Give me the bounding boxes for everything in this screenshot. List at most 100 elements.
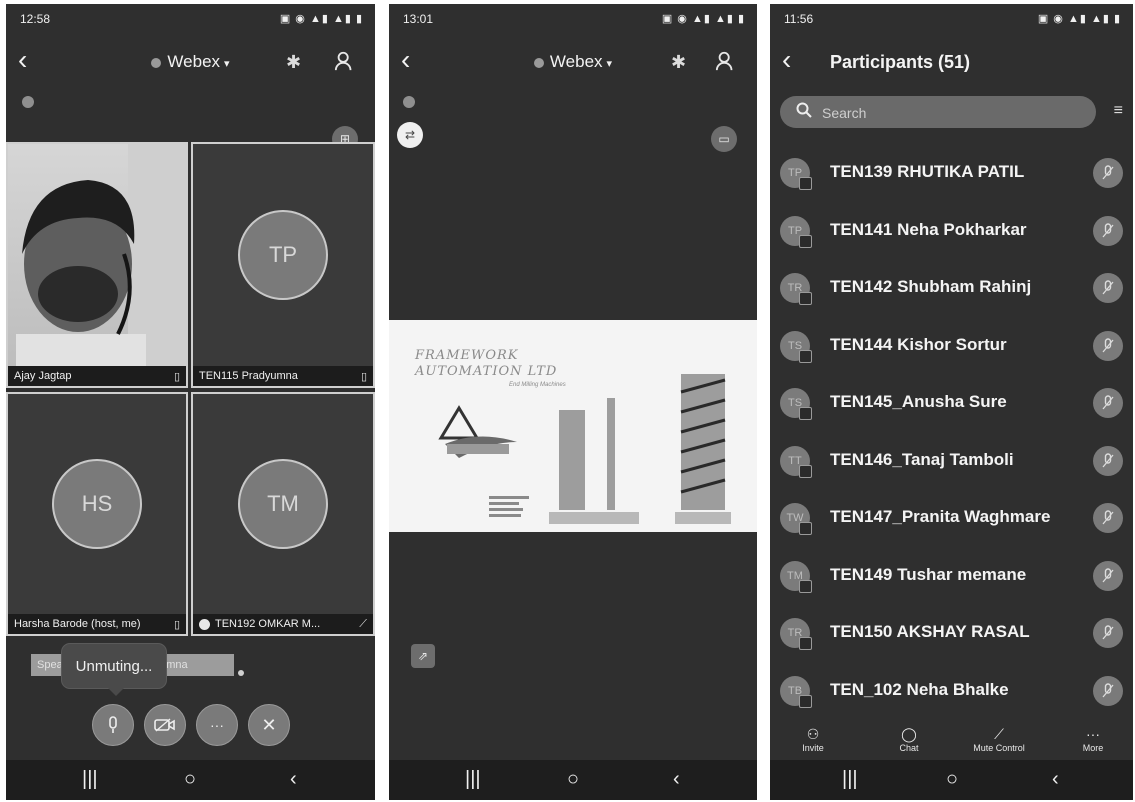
- participants-header: ‹ Participants (51): [770, 40, 1133, 84]
- mic-off-icon[interactable]: [1093, 215, 1123, 246]
- video-tile[interactable]: TP TEN115 Pradyumna ▯: [191, 142, 375, 388]
- more-icon: ···: [1086, 726, 1100, 742]
- meeting-title-text: Webex: [167, 52, 221, 71]
- meeting-title[interactable]: Webex ▾: [6, 52, 375, 72]
- home-icon[interactable]: ○: [946, 768, 958, 791]
- status-time: 12:58: [20, 12, 51, 26]
- bluetooth-icon[interactable]: ✱: [286, 52, 301, 73]
- avatar: TS: [780, 388, 812, 420]
- participant-row[interactable]: TB TEN_102 Neha Bhalke: [770, 666, 1133, 718]
- tab-mute-control[interactable]: ⟋ Mute Control: [964, 726, 1034, 753]
- search-input[interactable]: [820, 100, 1084, 126]
- end-call-button[interactable]: ✕: [248, 704, 290, 746]
- sort-list-icon[interactable]: ≡: [1114, 102, 1123, 120]
- mic-off-icon[interactable]: [1093, 445, 1123, 476]
- device-icon: [799, 579, 812, 593]
- participant-name: TEN150 AKSHAY RASAL: [830, 622, 1030, 641]
- unmuting-tooltip: Unmuting...: [62, 644, 166, 696]
- mic-icon: ▯: [173, 619, 180, 631]
- participant-row[interactable]: TP TEN139 RHUTIKA PATIL: [770, 148, 1133, 200]
- recent-apps-icon[interactable]: |||: [465, 768, 481, 791]
- mic-off-icon[interactable]: [1093, 618, 1123, 648]
- device-icon: [799, 407, 812, 420]
- participant-name: TEN141 Neha Pokharkar: [830, 219, 1027, 239]
- mic-button[interactable]: [92, 704, 134, 746]
- status-icons: ▣ ◉ ▲▮ ▲▮ ▮: [279, 13, 363, 25]
- participant-row[interactable]: TR TEN142 Shubham Rahinj: [770, 263, 1133, 315]
- video-tile[interactable]: TM TEN192 OMKAR M... ⟋: [191, 392, 375, 636]
- tile-name: TEN192 OMKAR M...: [193, 614, 373, 634]
- phone-screen-meeting-grid: 12:58 ▣ ◉ ▲▮ ▲▮ ▮ ‹ Webex ▾ ✱ ⊞ Ajay Jagt…: [6, 4, 375, 800]
- tab-chat[interactable]: ◯ Chat: [874, 726, 944, 753]
- participant-row[interactable]: TS TEN145_Anusha Sure: [770, 378, 1133, 430]
- webex-logo-icon: [151, 57, 162, 68]
- video-toggle-icon[interactable]: ▭: [711, 126, 737, 152]
- participant-row[interactable]: TW TEN147_Pranita Waghmare: [770, 493, 1133, 545]
- search-bar[interactable]: [780, 96, 1096, 128]
- mic-off-icon: ⟋: [994, 726, 1004, 742]
- status-icons: ▣ ◉ ▲▮ ▲▮ ▮: [1037, 13, 1121, 25]
- bottom-tab-bar: ⚇ Invite ◯ Chat ⟋ Mute Control ··· More: [770, 726, 1133, 760]
- participant-row[interactable]: TP TEN141 Neha Pokharkar: [770, 206, 1133, 258]
- status-icons: ▣ ◉ ▲▮ ▲▮ ▮: [661, 13, 745, 25]
- device-icon: [799, 464, 812, 478]
- recording-indicator: [403, 96, 415, 108]
- back-icon[interactable]: ‹: [782, 46, 791, 74]
- status-bar: 11:56 ▣ ◉ ▲▮ ▲▮ ▮: [770, 4, 1133, 34]
- tab-label: Mute Control: [973, 743, 1025, 753]
- tab-invite[interactable]: ⚇ Invite: [778, 726, 848, 753]
- participants-icon[interactable]: [715, 50, 737, 72]
- avatar: TP: [780, 215, 812, 248]
- participant-row[interactable]: TT TEN146_Tanaj Tamboli: [770, 436, 1133, 488]
- end-call-icon: ✕: [261, 714, 277, 735]
- back-nav-icon[interactable]: ‹: [1052, 768, 1059, 791]
- page-title: Participants (51): [830, 52, 971, 72]
- recording-indicator: [22, 96, 34, 108]
- recent-apps-icon[interactable]: |||: [82, 768, 98, 791]
- recent-apps-icon[interactable]: |||: [842, 768, 858, 791]
- video-tile[interactable]: HS Harsha Barode (host, me) ▯: [6, 392, 188, 636]
- share-icon[interactable]: ⇗: [411, 644, 435, 668]
- mic-off-icon[interactable]: [1093, 158, 1123, 188]
- meeting-header: ‹ Webex ▾ ✱: [389, 40, 757, 84]
- mic-off-icon[interactable]: [1093, 330, 1123, 361]
- mic-off-icon[interactable]: [1093, 675, 1123, 706]
- video-tile[interactable]: Ajay Jagtap ▯: [6, 142, 188, 388]
- chevron-down-icon: ▾: [224, 58, 230, 70]
- mic-off-icon[interactable]: [1093, 273, 1123, 303]
- phone-screen-content-share: 13:01 ▣ ◉ ▲▮ ▲▮ ▮ ‹ Webex ▾ ✱ ⇄ ▭ FRAMEWO…: [389, 4, 757, 800]
- search-icon: [796, 102, 812, 118]
- tile-name: Harsha Barode (host, me): [8, 614, 186, 634]
- tab-more[interactable]: ··· More: [1058, 726, 1128, 753]
- participants-icon[interactable]: [334, 50, 356, 72]
- bluetooth-icon[interactable]: ✱: [671, 52, 686, 73]
- shared-content: FRAMEWORK AUTOMATION LTD End Milling Mac…: [389, 320, 757, 532]
- home-icon[interactable]: ○: [567, 768, 579, 791]
- back-nav-icon[interactable]: ‹: [290, 768, 297, 791]
- device-icon: [799, 349, 812, 363]
- avatar: TR: [780, 273, 812, 305]
- back-nav-icon[interactable]: ‹: [673, 768, 680, 791]
- participant-row[interactable]: TM TEN149 Tushar memane: [770, 551, 1133, 603]
- avatar: TW: [780, 503, 812, 535]
- meeting-title-text: Webex: [549, 52, 603, 71]
- more-button[interactable]: ···: [196, 704, 238, 746]
- end-mill-tools-image: [438, 374, 731, 524]
- device-icon: [799, 694, 812, 708]
- phone-screen-participants: 11:56 ▣ ◉ ▲▮ ▲▮ ▮ ‹ Participants (51) ≡ …: [770, 4, 1133, 800]
- mic-off-icon[interactable]: [1093, 503, 1123, 533]
- tab-label: More: [1082, 743, 1104, 753]
- avatar: TR: [780, 618, 812, 650]
- participant-row[interactable]: TR TEN150 AKSHAY RASAL: [770, 608, 1133, 660]
- mic-off-icon[interactable]: [1093, 388, 1123, 418]
- switch-view-icon[interactable]: ⇄: [397, 122, 423, 148]
- mic-off-icon[interactable]: [1093, 560, 1123, 591]
- home-icon[interactable]: ○: [184, 768, 196, 791]
- video-button[interactable]: [144, 704, 186, 746]
- participant-name: TEN146_Tanaj Tamboli: [830, 449, 1014, 469]
- participant-row[interactable]: TS TEN144 Kishor Sortur: [770, 321, 1133, 373]
- participant-name: TEN144 Kishor Sortur: [830, 334, 1007, 354]
- meeting-title[interactable]: Webex ▾: [389, 52, 757, 72]
- device-icon: [799, 522, 812, 535]
- device-icon: [799, 234, 812, 248]
